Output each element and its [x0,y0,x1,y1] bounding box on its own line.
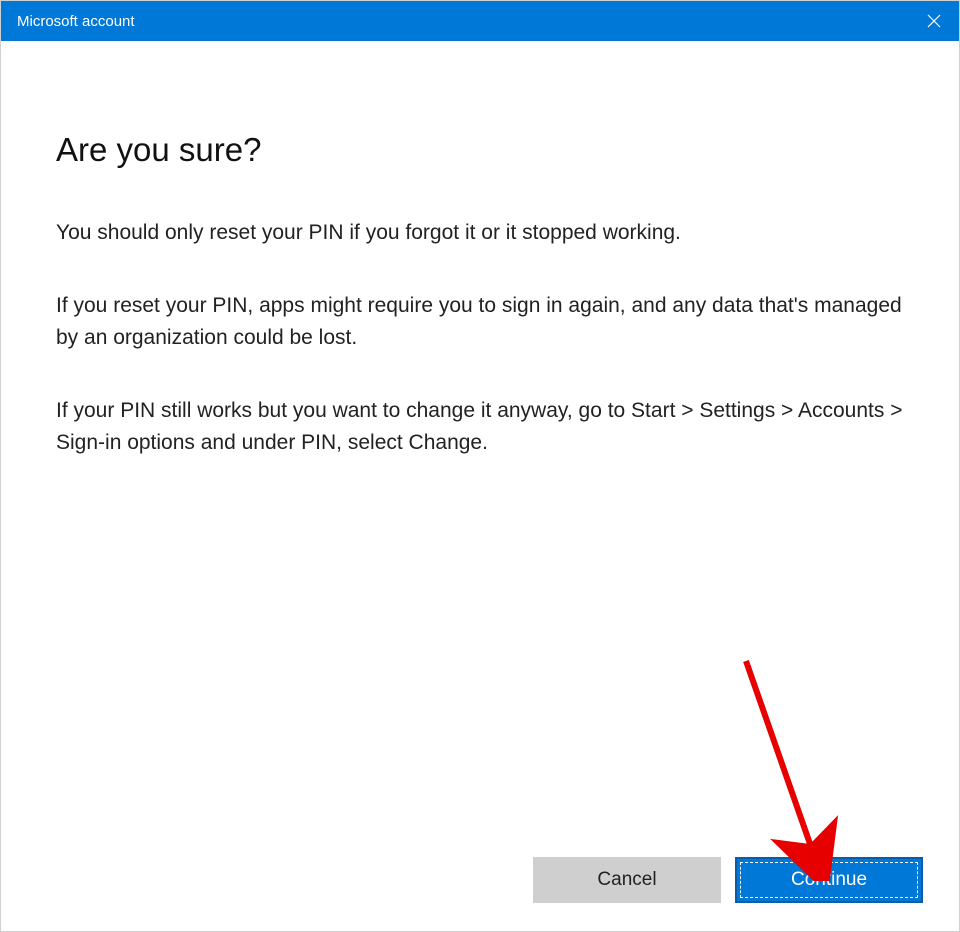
button-row: Cancel Continue [533,857,923,903]
close-button[interactable] [909,1,959,41]
cancel-button[interactable]: Cancel [533,857,721,903]
continue-button[interactable]: Continue [735,857,923,903]
close-icon [927,14,941,28]
annotation-arrow-icon [731,651,851,881]
dialog-paragraph-1: You should only reset your PIN if you fo… [56,217,904,250]
titlebar: Microsoft account [1,1,959,41]
dialog-paragraph-3: If your PIN still works but you want to … [56,395,904,460]
dialog-heading: Are you sure? [56,131,904,169]
titlebar-title: Microsoft account [17,13,135,30]
dialog-content: Are you sure? You should only reset your… [1,41,959,931]
dialog-window: Microsoft account Are you sure? You shou… [0,0,960,932]
dialog-paragraph-2: If you reset your PIN, apps might requir… [56,290,904,355]
